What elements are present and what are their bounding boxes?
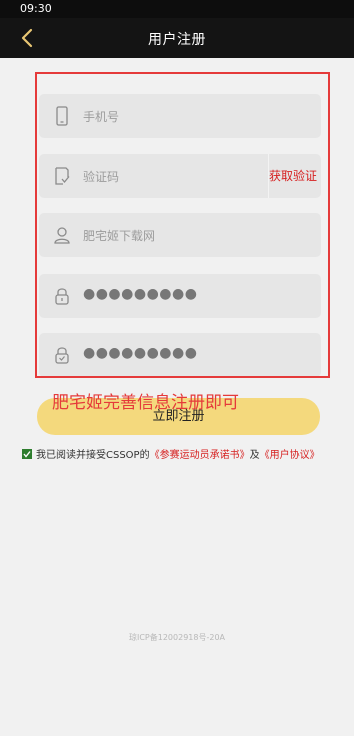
check-icon xyxy=(23,451,31,458)
annotation-text: 肥宅姬完善信息注册即可 xyxy=(52,393,239,413)
agreement-row: 我已阅读并接受CSSOP的《参赛运动员承诺书》及《用户协议》 xyxy=(22,446,320,461)
highlight-box xyxy=(35,72,330,378)
app-header: 用户注册 xyxy=(0,18,354,58)
status-bar: 09:30 xyxy=(0,0,354,18)
agreement-checkbox[interactable] xyxy=(22,449,32,459)
agreement-and: 及 xyxy=(249,450,260,461)
page-title: 用户注册 xyxy=(148,32,206,48)
icp-footer: 琼ICP备12002918号-20A xyxy=(128,633,226,642)
status-time: 09:30 xyxy=(20,2,52,15)
agreement-prefix: 我已阅读并接受CSSOP的 xyxy=(36,450,150,461)
user-agreement-link[interactable]: 《用户协议》 xyxy=(260,450,320,461)
athlete-pledge-link[interactable]: 《参赛运动员承诺书》 xyxy=(150,450,250,461)
